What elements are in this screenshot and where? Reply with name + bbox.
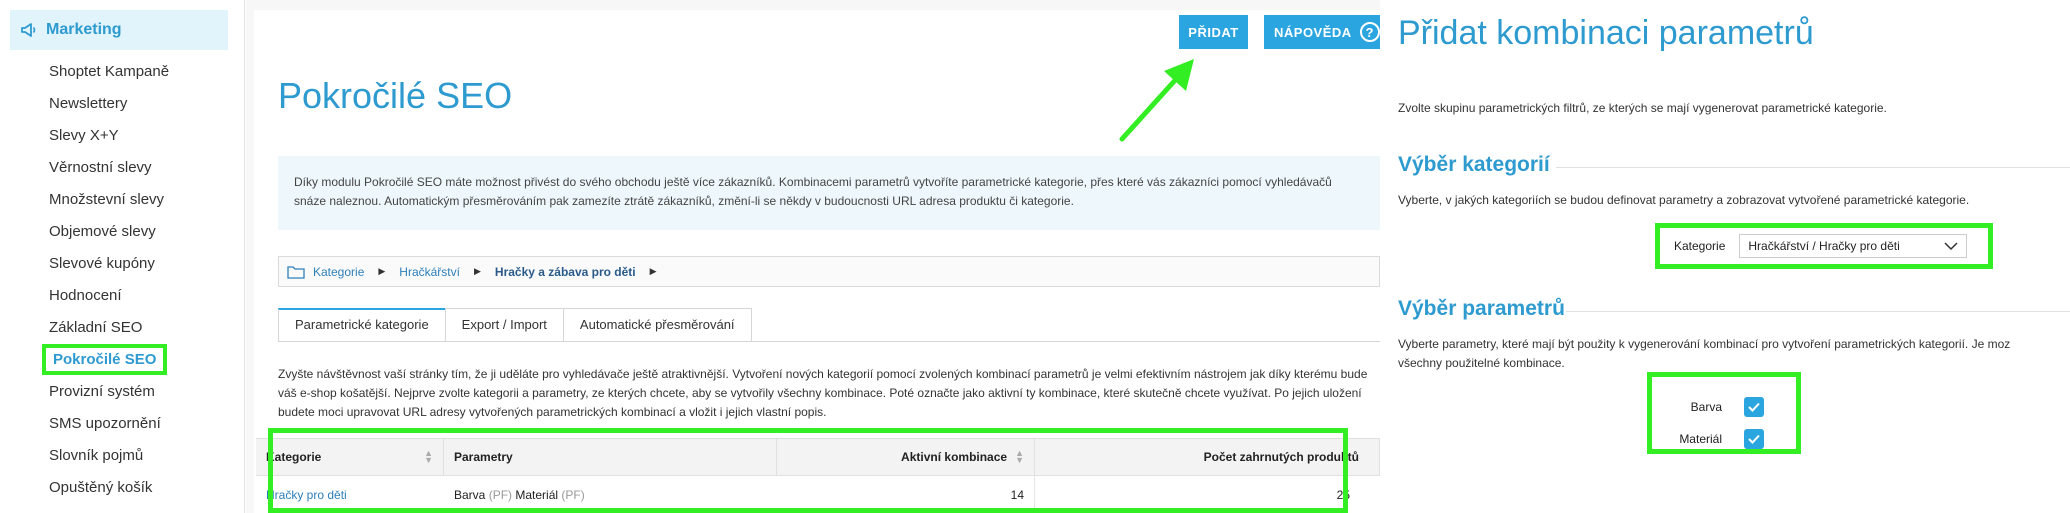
sidebar-item-label: Množstevní slevy	[49, 191, 165, 208]
checkbox-material[interactable]	[1744, 429, 1764, 449]
add-combination-panel: Přidat kombinaci parametrů Zvolte skupin…	[1381, 0, 2070, 513]
sidebar-item-slevove-kupony[interactable]: Slevové kupóny	[0, 248, 245, 280]
breadcrumb-separator-icon: ▶	[649, 266, 657, 276]
section-heading-parameters: Výběr parametrů	[1398, 297, 1565, 320]
sidebar-section-label: Marketing	[46, 21, 122, 38]
sidebar-menu: Shoptet Kampaně Newslettery Slevy X+Y Vě…	[0, 56, 245, 504]
sidebar-item-hodnoceni[interactable]: Hodnocení	[0, 280, 245, 312]
section-text-categories: Vyberte, v jakých kategoriích se budou d…	[1398, 193, 1970, 207]
sidebar-item-label: Slovník pojmů	[49, 447, 144, 464]
tab-automaticke-presmerovani[interactable]: Automatické přesměrování	[562, 308, 752, 342]
sidebar-item-label: Základní SEO	[49, 319, 143, 336]
checkbox-barva[interactable]	[1744, 397, 1764, 417]
sidebar-item-provizni-system[interactable]: Provizní systém	[0, 376, 245, 408]
sidebar-item-shoptet-kampane[interactable]: Shoptet Kampaně	[0, 56, 245, 88]
section-text-parameters: Vyberte parametry, které mají být použit…	[1398, 335, 2070, 373]
breadcrumb-link-hrackarstvi[interactable]: Hračkářství	[399, 265, 460, 279]
sidebar-item-newslettery[interactable]: Newslettery	[0, 88, 245, 120]
add-button[interactable]: PŘIDAT	[1179, 15, 1248, 49]
section-divider	[1566, 311, 2070, 312]
annotation-arrow-icon	[1119, 59, 1194, 142]
category-select[interactable]: Hračkářství / Hračky pro děti	[1739, 234, 1968, 258]
sidebar-item-opusteny-kosik[interactable]: Opuštěný košík	[0, 472, 245, 504]
parameter-option-label: Barva	[1690, 400, 1722, 414]
tab-bar: Parametrické kategorie Export / Import A…	[278, 308, 752, 342]
breadcrumb: Kategorie ▶ Hračkářství ▶ Hračky a zábav…	[278, 256, 1380, 287]
page-title: Pokročilé SEO	[278, 75, 513, 116]
sidebar-item-label: Objemové slevy	[49, 223, 156, 240]
sidebar-item-label: Shoptet Kampaně	[49, 63, 170, 80]
tab-description: Zvyšte návštěvnost vaší stránky tím, že …	[278, 367, 1368, 419]
sidebar-section-marketing[interactable]: Marketing	[10, 10, 228, 50]
sidebar-item-objemove-slevy[interactable]: Objemové slevy	[0, 216, 245, 248]
category-field-highlight: Kategorie Hračkářství / Hračky pro děti	[1655, 223, 1993, 269]
sidebar-item-label: Newslettery	[49, 95, 128, 112]
section-text-line: všechny použitelné kombinace.	[1398, 356, 1565, 370]
parameters-highlight: Barva Materiál	[1647, 372, 1801, 454]
table-highlight-frame	[268, 428, 1348, 513]
sidebar-item-label: Pokročilé SEO	[41, 344, 168, 375]
sidebar-item-slovnik-pojmu[interactable]: Slovník pojmů	[0, 440, 245, 472]
sidebar-item-vernostni-slevy[interactable]: Věrnostní slevy	[0, 152, 245, 184]
breadcrumb-current: Hračky a zábava pro děti	[494, 264, 636, 279]
category-select-value: Hračkářství / Hračky pro děti	[1748, 239, 1900, 253]
add-button-label: PŘIDAT	[1188, 24, 1239, 40]
sidebar-item-label: Věrnostní slevy	[49, 159, 152, 176]
sidebar-item-label: Slevové kupóny	[49, 255, 155, 272]
help-button[interactable]: NÁPOVĚDA ?	[1264, 15, 1380, 49]
sidebar-item-label: Provizní systém	[49, 383, 155, 400]
sidebar: Marketing Shoptet Kampaně Newslettery Sl…	[0, 0, 245, 513]
section-text-line: Vyberte parametry, které mají být použit…	[1398, 337, 2011, 351]
sidebar-item-sms-upozorneni[interactable]: SMS upozornění	[0, 408, 245, 440]
sidebar-item-label: SMS upozornění	[49, 415, 161, 432]
parameter-option-material[interactable]: Materiál	[1652, 429, 1796, 449]
sidebar-item-label: Opuštěný košík	[49, 479, 153, 496]
breadcrumb-separator-icon: ▶	[473, 266, 481, 276]
main-content: PŘIDAT NÁPOVĚDA ? Pokročilé SEO Díky mod…	[246, 0, 1380, 513]
parameter-option-label: Materiál	[1679, 432, 1722, 446]
help-icon: ?	[1359, 22, 1380, 42]
sidebar-item-zakladni-seo[interactable]: Základní SEO	[0, 312, 245, 344]
folder-icon	[287, 265, 305, 279]
breadcrumb-separator-icon: ▶	[378, 266, 386, 276]
breadcrumb-link-kategorie[interactable]: Kategorie	[313, 265, 364, 279]
tab-parametricke-kategorie[interactable]: Parametrické kategorie	[278, 308, 446, 342]
tab-export-import[interactable]: Export / Import	[444, 308, 564, 342]
section-divider	[1556, 167, 2070, 168]
sidebar-item-label: Slevy X+Y	[49, 127, 119, 144]
info-box: Díky modulu Pokročilé SEO máte možnost p…	[278, 156, 1380, 230]
megaphone-icon	[21, 23, 36, 37]
sidebar-item-mnozstevni-slevy[interactable]: Množstevní slevy	[0, 184, 245, 216]
tab-divider	[278, 341, 1380, 342]
chevron-down-icon	[1944, 242, 1958, 250]
checkmark-icon	[1748, 434, 1760, 444]
sidebar-item-label: Hodnocení	[49, 287, 122, 304]
sidebar-item-pokrocile-seo[interactable]: Pokročilé SEO	[0, 344, 245, 376]
sidebar-item-slevy-xy[interactable]: Slevy X+Y	[0, 120, 245, 152]
parameter-option-barva[interactable]: Barva	[1652, 397, 1796, 417]
section-heading-categories: Výběr kategorií	[1398, 153, 1550, 176]
panel-title: Přidat kombinaci parametrů	[1398, 14, 1814, 52]
category-field-label: Kategorie	[1674, 239, 1726, 253]
checkmark-icon	[1748, 402, 1760, 412]
panel-subtitle: Zvolte skupinu parametrických filtrů, ze…	[1398, 101, 1887, 115]
help-button-label: NÁPOVĚDA	[1274, 24, 1352, 40]
